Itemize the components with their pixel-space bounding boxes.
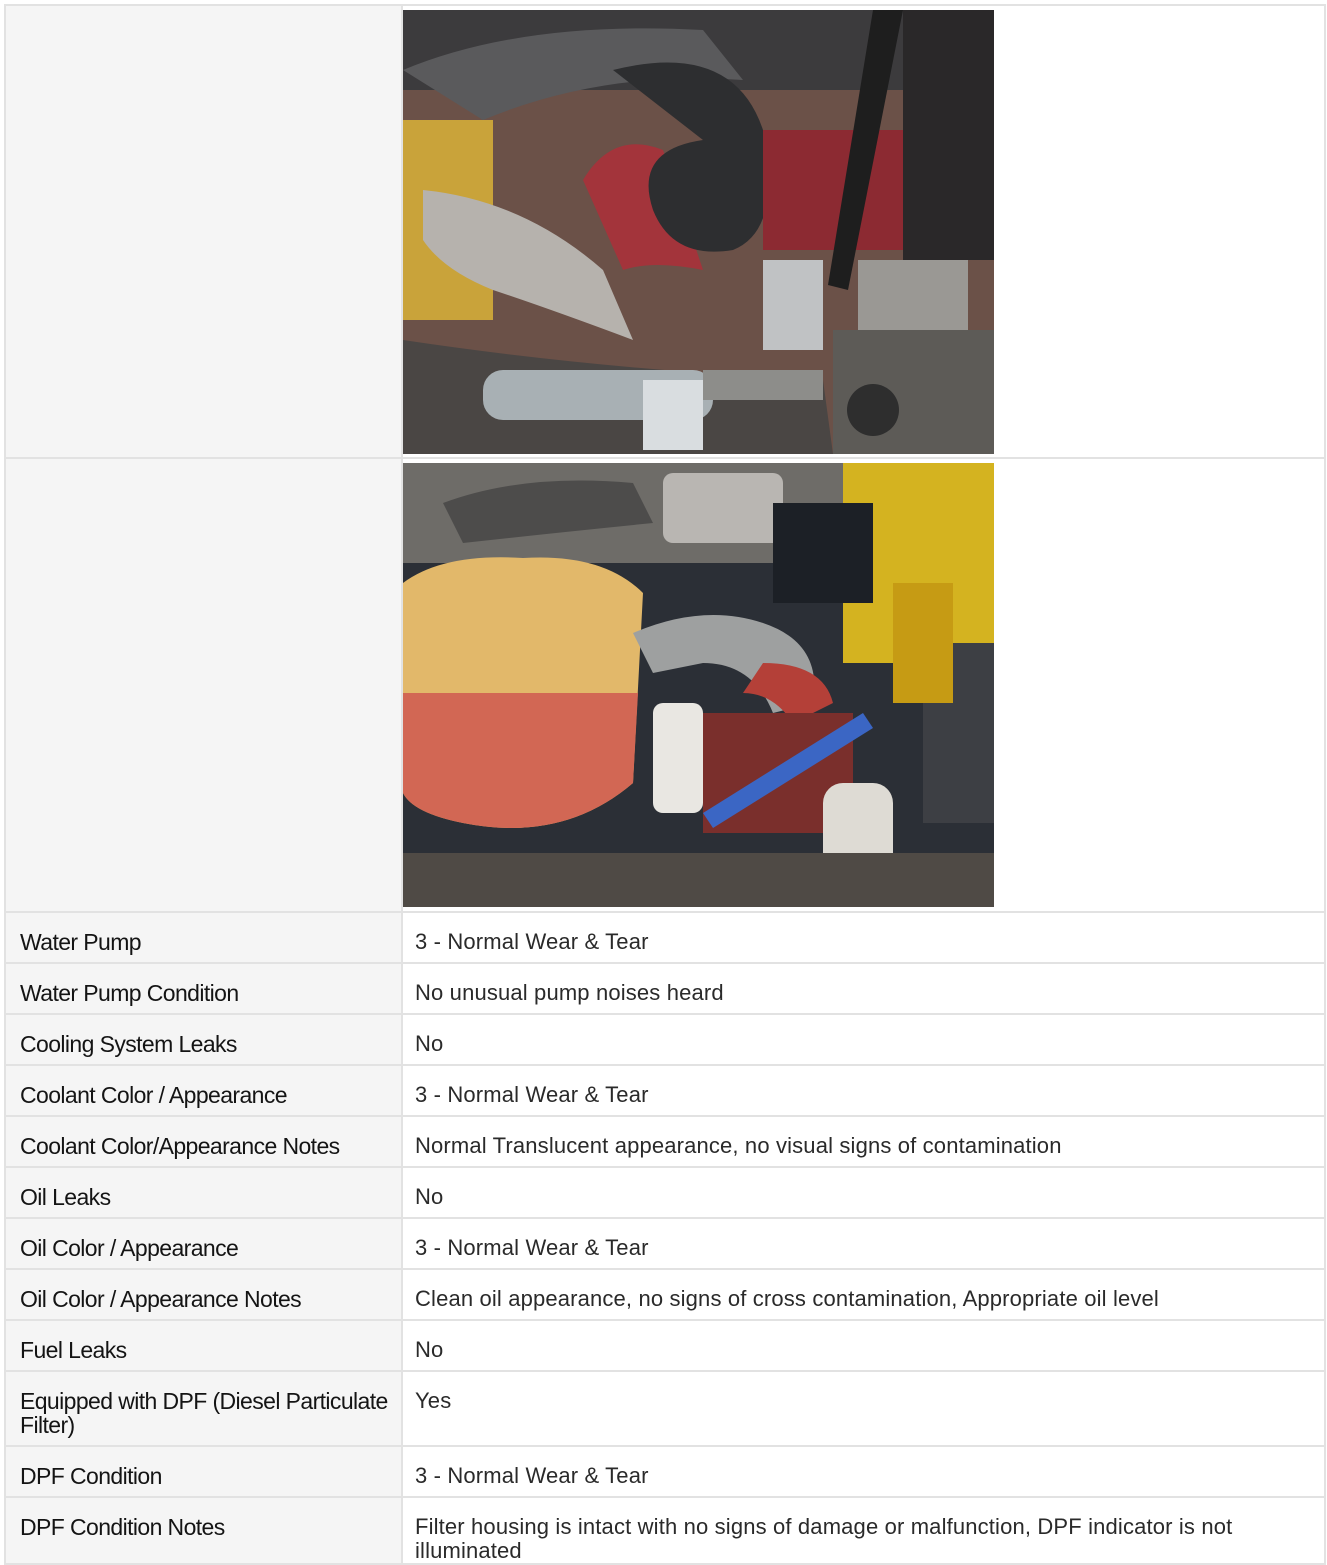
- engine-photo-coolant-reservoir-icon[interactable]: [403, 463, 994, 907]
- table-row: Oil Color / Appearance Notes Clean oil a…: [4, 1268, 1326, 1321]
- row-label: DPF Condition: [4, 1445, 403, 1498]
- photo-row: [4, 4, 1326, 459]
- row-label: Coolant Color/Appearance Notes: [4, 1115, 403, 1168]
- table-row: Water Pump 3 - Normal Wear & Tear: [4, 911, 1326, 964]
- table-row: Equipped with DPF (Diesel Particulate Fi…: [4, 1370, 1326, 1447]
- row-value: Yes: [401, 1370, 1326, 1447]
- row-value: No: [401, 1013, 1326, 1066]
- row-value: No unusual pump noises heard: [401, 962, 1326, 1015]
- photo-cell: [401, 457, 1326, 913]
- row-label: Equipped with DPF (Diesel Particulate Fi…: [4, 1370, 403, 1447]
- photo-cell: [401, 4, 1326, 459]
- photo-label-cell: [4, 457, 403, 913]
- row-value: Filter housing is intact with no signs o…: [401, 1496, 1326, 1565]
- row-value: 3 - Normal Wear & Tear: [401, 1445, 1326, 1498]
- photo-label-cell: [4, 4, 403, 459]
- row-label: Oil Leaks: [4, 1166, 403, 1219]
- table-row: DPF Condition 3 - Normal Wear & Tear: [4, 1445, 1326, 1498]
- row-label: Water Pump: [4, 911, 403, 964]
- row-value: Clean oil appearance, no signs of cross …: [401, 1268, 1326, 1321]
- row-label: Cooling System Leaks: [4, 1013, 403, 1066]
- row-value: 3 - Normal Wear & Tear: [401, 911, 1326, 964]
- row-value: 3 - Normal Wear & Tear: [401, 1064, 1326, 1117]
- table-row: Coolant Color / Appearance 3 - Normal We…: [4, 1064, 1326, 1117]
- row-value: No: [401, 1319, 1326, 1372]
- row-label: Oil Color / Appearance Notes: [4, 1268, 403, 1321]
- inspection-table: Water Pump 3 - Normal Wear & Tear Water …: [4, 4, 1326, 1565]
- row-value: No: [401, 1166, 1326, 1219]
- photo-row: [4, 457, 1326, 913]
- table-row: Coolant Color/Appearance Notes Normal Tr…: [4, 1115, 1326, 1168]
- row-label: Fuel Leaks: [4, 1319, 403, 1372]
- table-row: DPF Condition Notes Filter housing is in…: [4, 1496, 1326, 1565]
- row-value: Normal Translucent appearance, no visual…: [401, 1115, 1326, 1168]
- table-row: Oil Leaks No: [4, 1166, 1326, 1219]
- table-row: Oil Color / Appearance 3 - Normal Wear &…: [4, 1217, 1326, 1270]
- row-label: Coolant Color / Appearance: [4, 1064, 403, 1117]
- table-row: Water Pump Condition No unusual pump noi…: [4, 962, 1326, 1015]
- table-row: Cooling System Leaks No: [4, 1013, 1326, 1066]
- row-label: Oil Color / Appearance: [4, 1217, 403, 1270]
- row-label: Water Pump Condition: [4, 962, 403, 1015]
- row-label: DPF Condition Notes: [4, 1496, 403, 1565]
- row-value: 3 - Normal Wear & Tear: [401, 1217, 1326, 1270]
- table-row: Fuel Leaks No: [4, 1319, 1326, 1372]
- engine-photo-hoses-icon[interactable]: [403, 10, 994, 454]
